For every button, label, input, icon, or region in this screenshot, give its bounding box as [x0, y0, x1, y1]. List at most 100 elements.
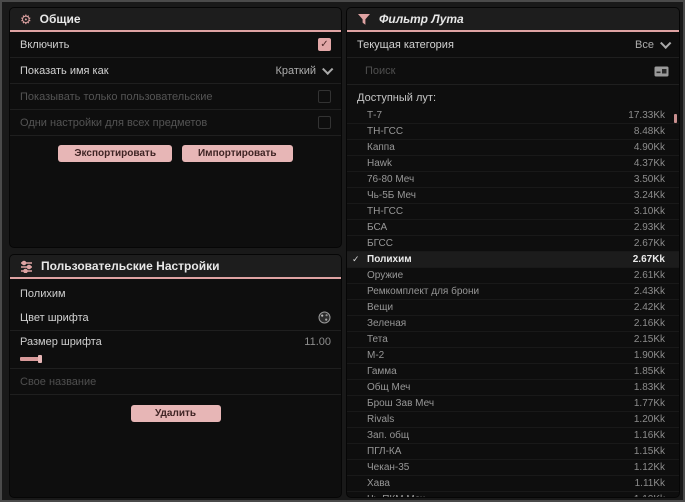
loot-item-name: ПГЛ-КА — [367, 446, 402, 457]
loot-item-name: Вещи — [367, 302, 394, 313]
loot-item-value: 1.85Kk — [633, 366, 665, 377]
font-size-slider[interactable] — [20, 355, 331, 363]
loot-item-value: 2.93Kk — [633, 222, 665, 233]
export-button[interactable]: Экспортировать — [58, 145, 172, 162]
same-settings-label: Одни настройки для всех предметов — [20, 116, 208, 129]
loot-item-row[interactable]: ✓ Тета 2.15Kk — [347, 332, 679, 348]
loot-item-row[interactable]: ✓ Зап. общ 1.16Kk — [347, 428, 679, 444]
general-panel-header: ⚙ Общие — [10, 8, 341, 32]
chevron-down-icon — [322, 63, 334, 75]
loot-item-row[interactable]: ✓ ТН-ГСС 3.10Kk — [347, 204, 679, 220]
search-input[interactable] — [347, 58, 654, 84]
loot-item-value: 2.43Kk — [633, 286, 665, 297]
loot-item-name: ТН-ГСС — [367, 126, 404, 137]
loot-item-row[interactable]: ✓ ТН-ГСС 8.48Kk — [347, 124, 679, 140]
category-dropdown[interactable]: Все — [635, 37, 672, 51]
loot-item-row[interactable]: ✓ М-2 1.90Kk — [347, 348, 679, 364]
loot-item-name: Ремкомплект для брони — [367, 286, 480, 297]
loot-item-row[interactable]: ✓ Чь-5Б Меч 3.24Kk — [347, 188, 679, 204]
font-color-row: Цвет шрифта — [10, 305, 341, 331]
loot-item-row[interactable]: ✓ Т-7 17.33Kk — [347, 108, 679, 124]
loot-item-row[interactable]: ✓ Брош Зав Меч 1.77Kk — [347, 396, 679, 412]
enable-label: Включить — [20, 38, 70, 51]
keyboard-icon[interactable] — [654, 66, 669, 77]
show-name-dropdown[interactable]: Краткий — [275, 63, 334, 77]
show-name-label: Показать имя как — [20, 64, 109, 77]
loot-item-value: 17.33Kk — [628, 110, 665, 121]
loot-item-row[interactable]: ✓ Каппа 4.90Kk — [347, 140, 679, 156]
slider-handle[interactable] — [38, 355, 42, 363]
only-custom-label: Показывать только пользовательские — [20, 90, 213, 103]
funnel-icon — [357, 13, 371, 26]
same-settings-checkbox — [318, 116, 331, 129]
custom-settings-header: Пользовательские Настройки — [10, 255, 341, 279]
enable-checkbox[interactable]: ✓ — [318, 38, 331, 51]
loot-item-value: 1.10Kk — [634, 494, 665, 497]
loot-item-name: Зап. общ — [367, 430, 410, 441]
loot-item-name: Чь-5Б Меч — [367, 190, 416, 201]
font-size-value: 11.00 — [304, 336, 331, 348]
delete-button[interactable]: Удалить — [130, 405, 221, 422]
loot-item-row[interactable]: ✓ Гамма 1.85Kk — [347, 364, 679, 380]
loot-item-name: Зеленая — [367, 318, 407, 329]
loot-item-name: 76-80 Меч — [367, 174, 415, 185]
loot-item-row[interactable]: ✓ Hawk 4.37Kk — [347, 156, 679, 172]
category-value: Все — [635, 38, 654, 51]
loot-item-row[interactable]: ✓ ПГЛ-КА 1.15Kk — [347, 444, 679, 460]
font-size-label: Размер шрифта — [20, 336, 102, 348]
only-custom-row: Показывать только пользовательские — [10, 84, 341, 110]
loot-item-name: М-2 — [367, 350, 385, 361]
search-row — [347, 58, 679, 85]
loot-item-row[interactable]: ✓ 76-80 Меч 3.50Kk — [347, 172, 679, 188]
loot-item-value: 2.16Kk — [633, 318, 665, 329]
loot-item-row[interactable]: ✓ Зеленая 2.16Kk — [347, 316, 679, 332]
palette-icon[interactable] — [318, 311, 331, 324]
loot-item-value: 1.11Kk — [634, 478, 665, 489]
import-button[interactable]: Импортировать — [181, 145, 293, 162]
loot-item-value: 1.83Kk — [633, 382, 665, 393]
loot-item-value: 4.37Kk — [633, 158, 665, 169]
loot-item-value: 1.90Kk — [633, 350, 665, 361]
loot-item-name: Полихим — [367, 254, 412, 265]
loot-item-value: 3.50Kk — [633, 174, 665, 185]
loot-item-name: БСА — [367, 222, 388, 233]
loot-item-value: 3.24Kk — [633, 190, 665, 201]
loot-item-row[interactable]: ✓ Хава 1.11Kk — [347, 476, 679, 492]
loot-item-value: 2.67Kk — [632, 254, 665, 265]
custom-name-input[interactable] — [10, 369, 341, 394]
scrollbar-thumb[interactable] — [674, 114, 677, 123]
loot-filter-title: Фильтр Лута — [379, 12, 464, 26]
only-custom-checkbox — [318, 90, 331, 103]
loot-item-row[interactable]: ✓ Полихим 2.67Kk — [347, 252, 679, 268]
chevron-down-icon — [660, 37, 672, 49]
show-name-row: Показать имя как Краткий — [10, 58, 341, 84]
loot-item-value: 4.90Kk — [633, 142, 665, 153]
font-size-header: Размер шрифта 11.00 — [20, 336, 331, 348]
show-name-value: Краткий — [275, 64, 316, 77]
loot-item-row[interactable]: ✓ Rivals 1.20Kk — [347, 412, 679, 428]
loot-item-row[interactable]: ✓ Чь-ПКМ Меч 1.10Kk — [347, 492, 679, 497]
loot-item-row[interactable]: ✓ Оружие 2.61Kk — [347, 268, 679, 284]
loot-item-row[interactable]: ✓ Ремкомплект для брони 2.43Kk — [347, 284, 679, 300]
loot-item-name: Общ Меч — [367, 382, 411, 393]
loot-item-name: Тета — [367, 334, 388, 345]
loot-item-row[interactable]: ✓ БГСС 2.67Kk — [347, 236, 679, 252]
loot-item-name: Hawk — [367, 158, 393, 169]
loot-item-value: 2.42Kk — [633, 302, 665, 313]
loot-item-name: ТН-ГСС — [367, 206, 404, 217]
loot-item-value: 1.15Kk — [633, 446, 665, 457]
loot-item-name: Хава — [367, 478, 390, 489]
gear-icon: ⚙ — [20, 11, 32, 27]
loot-item-value: 8.48Kk — [633, 126, 665, 137]
loot-item-name: Брош Зав Меч — [367, 398, 435, 409]
general-panel: ⚙ Общие Включить ✓ Показать имя как Крат… — [10, 8, 341, 247]
loot-item-name: Чекан-35 — [367, 462, 410, 473]
loot-item-row[interactable]: ✓ Общ Меч 1.83Kk — [347, 380, 679, 396]
general-panel-title: Общие — [39, 12, 81, 26]
font-color-label: Цвет шрифта — [20, 311, 89, 324]
import-export-row: Экспортировать Импортировать — [10, 136, 341, 162]
loot-item-row[interactable]: ✓ Чекан-35 1.12Kk — [347, 460, 679, 476]
check-icon: ✓ — [320, 38, 329, 50]
loot-item-row[interactable]: ✓ Вещи 2.42Kk — [347, 300, 679, 316]
loot-item-row[interactable]: ✓ БСА 2.93Kk — [347, 220, 679, 236]
